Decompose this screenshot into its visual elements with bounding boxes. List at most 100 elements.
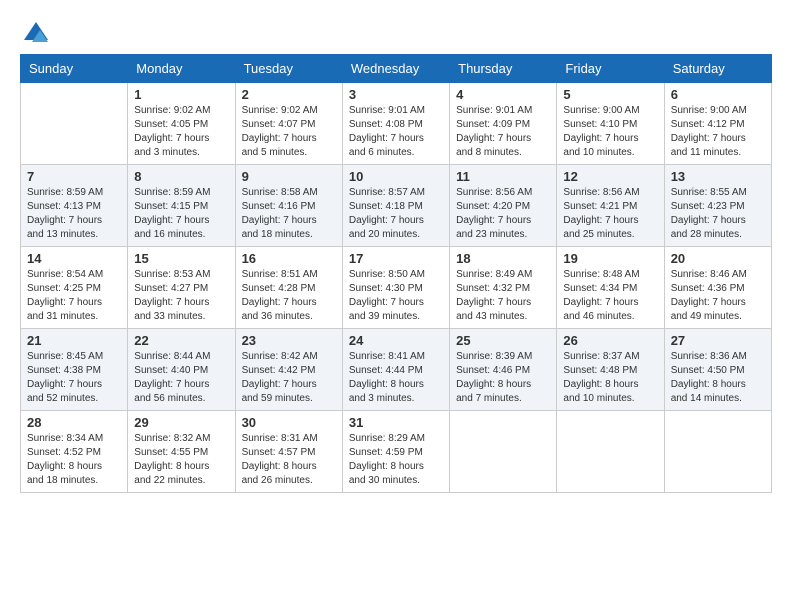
calendar-cell xyxy=(557,411,664,493)
calendar-cell: 16 Sunrise: 8:51 AMSunset: 4:28 PMDayligh… xyxy=(235,247,342,329)
day-number: 10 xyxy=(349,169,443,184)
day-number: 8 xyxy=(134,169,228,184)
day-number: 24 xyxy=(349,333,443,348)
day-info: Sunrise: 8:56 AMSunset: 4:21 PMDaylight:… xyxy=(563,186,657,242)
day-number: 19 xyxy=(563,251,657,266)
calendar-cell: 21 Sunrise: 8:45 AMSunset: 4:38 PMDayligh… xyxy=(21,329,128,411)
calendar-cell: 9Sunrise: 8:58 AMSunset: 4:16 PMDaylight… xyxy=(235,165,342,247)
calendar-header-saturday: Saturday xyxy=(664,55,771,83)
day-number: 17 xyxy=(349,251,443,266)
calendar-table: SundayMondayTuesdayWednesdayThursdayFrid… xyxy=(20,54,772,493)
day-info: Sunrise: 8:46 AMSunset: 4:36 PMDaylight:… xyxy=(671,268,765,324)
calendar-cell: 25Sunrise: 8:39 AMSunset: 4:46 PMDayligh… xyxy=(450,329,557,411)
calendar-week-row: 21 Sunrise: 8:45 AMSunset: 4:38 PMDayligh… xyxy=(21,329,772,411)
day-info: Sunrise: 9:00 AMSunset: 4:10 PMDaylight:… xyxy=(563,104,657,160)
day-number: 27 xyxy=(671,333,765,348)
day-info: Sunrise: 8:45 AMSunset: 4:38 PMDaylight:… xyxy=(27,350,121,406)
calendar-header-thursday: Thursday xyxy=(450,55,557,83)
day-info: Sunrise: 8:39 AMSunset: 4:46 PMDaylight:… xyxy=(456,350,550,406)
day-number: 20 xyxy=(671,251,765,266)
day-number: 23 xyxy=(242,333,336,348)
calendar-cell: 22Sunrise: 8:44 AMSunset: 4:40 PMDayligh… xyxy=(128,329,235,411)
logo xyxy=(20,20,50,44)
calendar-header-wednesday: Wednesday xyxy=(342,55,449,83)
calendar-cell: 1 Sunrise: 9:02 AMSunset: 4:05 PMDaylight… xyxy=(128,83,235,165)
calendar-cell: 10 Sunrise: 8:57 AMSunset: 4:18 PMDayligh… xyxy=(342,165,449,247)
day-number: 28 xyxy=(27,415,121,430)
day-number: 18 xyxy=(456,251,550,266)
day-info: Sunrise: 9:00 AMSunset: 4:12 PMDaylight:… xyxy=(671,104,765,160)
day-number: 7 xyxy=(27,169,121,184)
day-number: 1 xyxy=(134,87,228,102)
calendar-cell: 19 Sunrise: 8:48 AMSunset: 4:34 PMDayligh… xyxy=(557,247,664,329)
calendar-cell: 6 Sunrise: 9:00 AMSunset: 4:12 PMDaylight… xyxy=(664,83,771,165)
calendar-header-row: SundayMondayTuesdayWednesdayThursdayFrid… xyxy=(21,55,772,83)
day-info: Sunrise: 8:51 AMSunset: 4:28 PMDaylight:… xyxy=(242,268,336,324)
day-number: 9 xyxy=(242,169,336,184)
calendar-cell: 20 Sunrise: 8:46 AMSunset: 4:36 PMDayligh… xyxy=(664,247,771,329)
calendar-week-row: 28 Sunrise: 8:34 AMSunset: 4:52 PMDayligh… xyxy=(21,411,772,493)
calendar-header-monday: Monday xyxy=(128,55,235,83)
calendar-cell: 17 Sunrise: 8:50 AMSunset: 4:30 PMDayligh… xyxy=(342,247,449,329)
calendar-cell: 28 Sunrise: 8:34 AMSunset: 4:52 PMDayligh… xyxy=(21,411,128,493)
day-number: 31 xyxy=(349,415,443,430)
day-number: 29 xyxy=(134,415,228,430)
day-info: Sunrise: 8:55 AMSunset: 4:23 PMDaylight:… xyxy=(671,186,765,242)
day-info: Sunrise: 8:31 AMSunset: 4:57 PMDaylight:… xyxy=(242,432,336,488)
day-number: 12 xyxy=(563,169,657,184)
day-number: 30 xyxy=(242,415,336,430)
calendar-cell: 26 Sunrise: 8:37 AMSunset: 4:48 PMDayligh… xyxy=(557,329,664,411)
calendar-cell: 4 Sunrise: 9:01 AMSunset: 4:09 PMDaylight… xyxy=(450,83,557,165)
calendar-cell: 2Sunrise: 9:02 AMSunset: 4:07 PMDaylight… xyxy=(235,83,342,165)
calendar-header-friday: Friday xyxy=(557,55,664,83)
calendar-cell xyxy=(450,411,557,493)
calendar-header-sunday: Sunday xyxy=(21,55,128,83)
calendar-cell: 7Sunrise: 8:59 AMSunset: 4:13 PMDaylight… xyxy=(21,165,128,247)
day-info: Sunrise: 8:32 AMSunset: 4:55 PMDaylight:… xyxy=(134,432,228,488)
day-info: Sunrise: 8:57 AMSunset: 4:18 PMDaylight:… xyxy=(349,186,443,242)
day-info: Sunrise: 8:53 AMSunset: 4:27 PMDaylight:… xyxy=(134,268,228,324)
calendar-cell: 14 Sunrise: 8:54 AMSunset: 4:25 PMDayligh… xyxy=(21,247,128,329)
calendar-cell: 8 Sunrise: 8:59 AMSunset: 4:15 PMDaylight… xyxy=(128,165,235,247)
calendar-cell: 11 Sunrise: 8:56 AMSunset: 4:20 PMDayligh… xyxy=(450,165,557,247)
calendar-cell: 29 Sunrise: 8:32 AMSunset: 4:55 PMDayligh… xyxy=(128,411,235,493)
calendar-cell: 5 Sunrise: 9:00 AMSunset: 4:10 PMDaylight… xyxy=(557,83,664,165)
calendar-cell: 27 Sunrise: 8:36 AMSunset: 4:50 PMDayligh… xyxy=(664,329,771,411)
day-info: Sunrise: 8:54 AMSunset: 4:25 PMDaylight:… xyxy=(27,268,121,324)
day-number: 26 xyxy=(563,333,657,348)
day-number: 3 xyxy=(349,87,443,102)
page-header xyxy=(20,20,772,44)
calendar-cell: 15 Sunrise: 8:53 AMSunset: 4:27 PMDayligh… xyxy=(128,247,235,329)
calendar-cell: 3 Sunrise: 9:01 AMSunset: 4:08 PMDaylight… xyxy=(342,83,449,165)
day-number: 13 xyxy=(671,169,765,184)
day-number: 22 xyxy=(134,333,228,348)
day-info: Sunrise: 8:50 AMSunset: 4:30 PMDaylight:… xyxy=(349,268,443,324)
day-info: Sunrise: 8:36 AMSunset: 4:50 PMDaylight:… xyxy=(671,350,765,406)
day-number: 16 xyxy=(242,251,336,266)
day-info: Sunrise: 9:02 AMSunset: 4:05 PMDaylight:… xyxy=(134,104,228,160)
calendar-cell: 23 Sunrise: 8:42 AMSunset: 4:42 PMDayligh… xyxy=(235,329,342,411)
calendar-cell xyxy=(21,83,128,165)
day-number: 14 xyxy=(27,251,121,266)
day-info: Sunrise: 8:37 AMSunset: 4:48 PMDaylight:… xyxy=(563,350,657,406)
day-info: Sunrise: 8:48 AMSunset: 4:34 PMDaylight:… xyxy=(563,268,657,324)
calendar-week-row: 7Sunrise: 8:59 AMSunset: 4:13 PMDaylight… xyxy=(21,165,772,247)
day-info: Sunrise: 8:34 AMSunset: 4:52 PMDaylight:… xyxy=(27,432,121,488)
calendar-cell: 30 Sunrise: 8:31 AMSunset: 4:57 PMDayligh… xyxy=(235,411,342,493)
day-number: 5 xyxy=(563,87,657,102)
day-number: 21 xyxy=(27,333,121,348)
day-info: Sunrise: 8:41 AMSunset: 4:44 PMDaylight:… xyxy=(349,350,443,406)
day-number: 6 xyxy=(671,87,765,102)
day-number: 4 xyxy=(456,87,550,102)
calendar-cell xyxy=(664,411,771,493)
day-info: Sunrise: 9:02 AMSunset: 4:07 PMDaylight:… xyxy=(242,104,336,160)
day-number: 15 xyxy=(134,251,228,266)
day-info: Sunrise: 8:42 AMSunset: 4:42 PMDaylight:… xyxy=(242,350,336,406)
day-info: Sunrise: 8:59 AMSunset: 4:15 PMDaylight:… xyxy=(134,186,228,242)
day-info: Sunrise: 9:01 AMSunset: 4:09 PMDaylight:… xyxy=(456,104,550,160)
day-info: Sunrise: 8:29 AMSunset: 4:59 PMDaylight:… xyxy=(349,432,443,488)
day-info: Sunrise: 8:56 AMSunset: 4:20 PMDaylight:… xyxy=(456,186,550,242)
day-info: Sunrise: 9:01 AMSunset: 4:08 PMDaylight:… xyxy=(349,104,443,160)
logo-icon xyxy=(22,20,50,48)
day-number: 11 xyxy=(456,169,550,184)
